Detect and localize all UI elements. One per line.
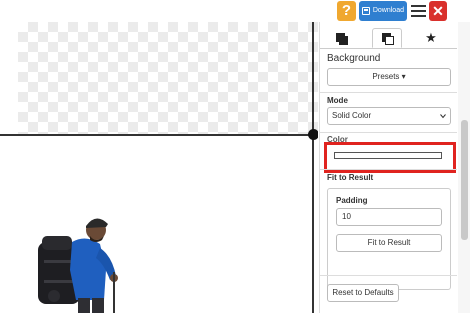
fit-to-result-heading: Fit to Result [327,173,374,182]
mode-label: Mode [327,96,348,105]
tab-front-layer[interactable] [326,28,356,48]
crop-handle[interactable] [308,129,318,140]
mode-select-value: Solid Color [332,111,372,120]
settings-panel: ★ Background Presets ▾ Mode Solid Color … [319,22,474,313]
download-label: Download [372,7,404,14]
back-layer-icon [382,33,394,45]
divider [320,92,457,93]
fit-to-result-button[interactable]: Fit to Result [336,234,442,252]
tab-back-layer[interactable] [372,28,402,48]
hiker-image [38,218,118,313]
save-icon [362,7,370,15]
reset-to-defaults-button[interactable]: Reset to Defaults [327,284,399,302]
hamburger-menu-icon[interactable] [410,2,427,20]
front-layer-icon [336,33,348,45]
panel-tabs: ★ [320,28,457,49]
close-button[interactable]: ✕ [429,1,447,21]
background-heading: Background [327,53,381,64]
tab-effects[interactable]: ★ [416,28,446,48]
divider [320,169,457,170]
chevron-down-icon [440,114,446,119]
crop-guide-horizontal[interactable] [0,134,318,136]
presets-button[interactable]: Presets ▾ [327,68,451,86]
star-icon: ★ [425,30,437,45]
padding-label: Padding [336,196,368,205]
color-picker-swatch[interactable] [334,152,442,159]
divider [320,132,457,133]
padding-input[interactable]: 10 [336,208,442,226]
top-toolbar: ? Download ✕ [0,0,474,22]
image-canvas[interactable] [0,22,318,313]
mode-select[interactable]: Solid Color [327,107,451,125]
panel-scrollbar-thumb[interactable] [461,120,468,240]
crop-guide-vertical[interactable] [312,22,314,313]
download-button[interactable]: Download [359,1,407,21]
help-button[interactable]: ? [337,1,356,21]
transparency-checkerboard [18,22,318,134]
divider [320,275,457,276]
